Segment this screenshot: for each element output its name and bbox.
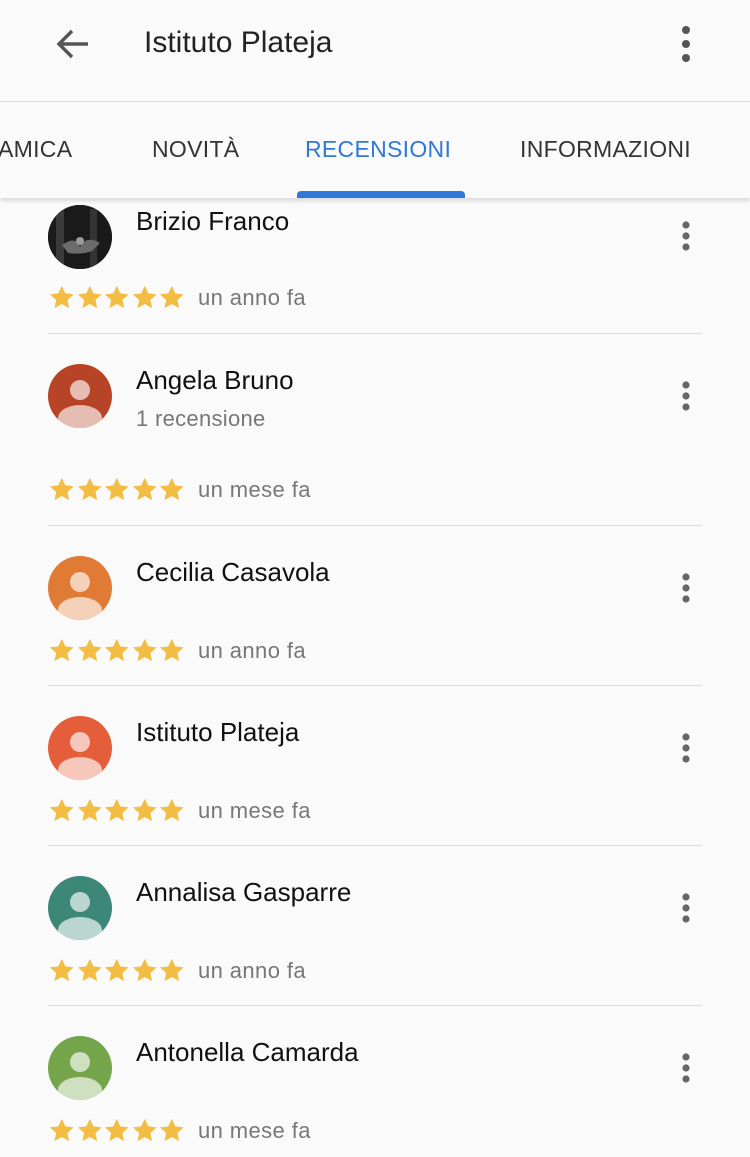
reviewer-name[interactable]: Cecilia Casavola [136, 557, 330, 588]
reviewer-name[interactable]: Brizio Franco [136, 206, 289, 237]
star-icon [105, 285, 129, 309]
reviewer-name[interactable]: Angela Bruno [136, 365, 294, 396]
review-item[interactable]: Cecilia Casavola un anno fa [0, 526, 750, 686]
review-date: un anno fa [198, 958, 306, 983]
arrow-back-icon[interactable] [52, 24, 92, 64]
more-vert-icon[interactable] [670, 22, 702, 66]
star-rating [48, 796, 186, 826]
avatar[interactable] [48, 876, 112, 940]
reviewer-name[interactable]: Istituto Plateja [136, 717, 299, 748]
page-title: Istituto Plateja [144, 26, 333, 59]
star-icon [49, 958, 74, 982]
star-rating [48, 636, 186, 666]
more-vert-icon[interactable] [670, 728, 702, 768]
star-icon [49, 638, 74, 662]
tab-recensioni[interactable]: RECENSIONI [305, 136, 451, 163]
review-date: un mese fa [198, 1118, 311, 1143]
active-tab-indicator [297, 191, 465, 198]
more-vert-icon[interactable] [670, 376, 702, 416]
more-vert-icon[interactable] [670, 568, 702, 608]
star-icon [49, 285, 74, 309]
star-icon [49, 1118, 74, 1142]
reviewer-review-count: 1 recensione [136, 406, 266, 431]
star-icon [105, 1118, 129, 1142]
person-icon [58, 892, 102, 940]
star-icon [105, 477, 129, 501]
avatar[interactable] [48, 364, 112, 428]
star-icon [132, 477, 157, 501]
review-list[interactable]: Brizio Franco un anno fa Angela Bruno 1 rec… [0, 198, 750, 1157]
person-icon [58, 1052, 102, 1100]
tab-panoramica[interactable]: AMICA [0, 136, 72, 163]
star-rating [48, 1116, 186, 1146]
review-item[interactable]: Brizio Franco un anno fa [0, 198, 750, 334]
person-icon [58, 380, 102, 428]
star-icon [132, 1118, 157, 1142]
star-icon [49, 477, 74, 501]
star-rating [48, 283, 186, 313]
star-icon [132, 798, 157, 822]
star-icon [160, 285, 185, 309]
star-icon [77, 1118, 102, 1142]
review-date: un anno fa [198, 638, 306, 663]
star-icon [105, 958, 129, 982]
tab-bar: AMICA NOVITÀ RECENSIONI INFORMAZIONI [0, 101, 750, 198]
review-date: un mese fa [198, 798, 311, 823]
more-vert-icon[interactable] [670, 888, 702, 928]
star-icon [132, 285, 157, 309]
review-item[interactable]: Istituto Plateja un mese fa [0, 686, 750, 846]
tab-novita[interactable]: NOVITÀ [152, 136, 239, 163]
avatar[interactable] [48, 1036, 112, 1100]
avatar[interactable] [48, 556, 112, 620]
reviewer-name[interactable]: Annalisa Gasparre [136, 877, 351, 908]
avatar[interactable] [48, 205, 112, 269]
profile-photo [48, 205, 112, 269]
star-icon [77, 958, 102, 982]
star-icon [132, 958, 157, 982]
more-vert-icon[interactable] [670, 1048, 702, 1088]
star-icon [160, 958, 185, 982]
person-icon [58, 572, 102, 620]
star-icon [49, 798, 74, 822]
app-bar: Istituto Plateja [0, 0, 750, 100]
review-date: un mese fa [198, 477, 311, 502]
tab-informazioni[interactable]: INFORMAZIONI [520, 136, 691, 163]
star-icon [77, 638, 102, 662]
star-icon [132, 638, 157, 662]
star-icon [77, 285, 102, 309]
star-rating [48, 956, 186, 986]
star-icon [160, 477, 185, 501]
star-icon [160, 1118, 185, 1142]
star-icon [160, 798, 185, 822]
avatar[interactable] [48, 716, 112, 780]
star-rating [48, 475, 186, 505]
reviewer-name[interactable]: Antonella Camarda [136, 1037, 359, 1068]
review-item[interactable]: Angela Bruno 1 recensione un mese fa [0, 334, 750, 526]
star-icon [105, 638, 129, 662]
more-vert-icon[interactable] [670, 216, 702, 256]
star-icon [160, 638, 185, 662]
star-icon [77, 798, 102, 822]
review-item[interactable]: Annalisa Gasparre un anno fa [0, 846, 750, 1006]
person-icon [58, 732, 102, 780]
review-item[interactable]: Antonella Camarda un mese fa [0, 1006, 750, 1157]
star-icon [105, 798, 129, 822]
review-date: un anno fa [198, 285, 306, 310]
star-icon [77, 477, 102, 501]
